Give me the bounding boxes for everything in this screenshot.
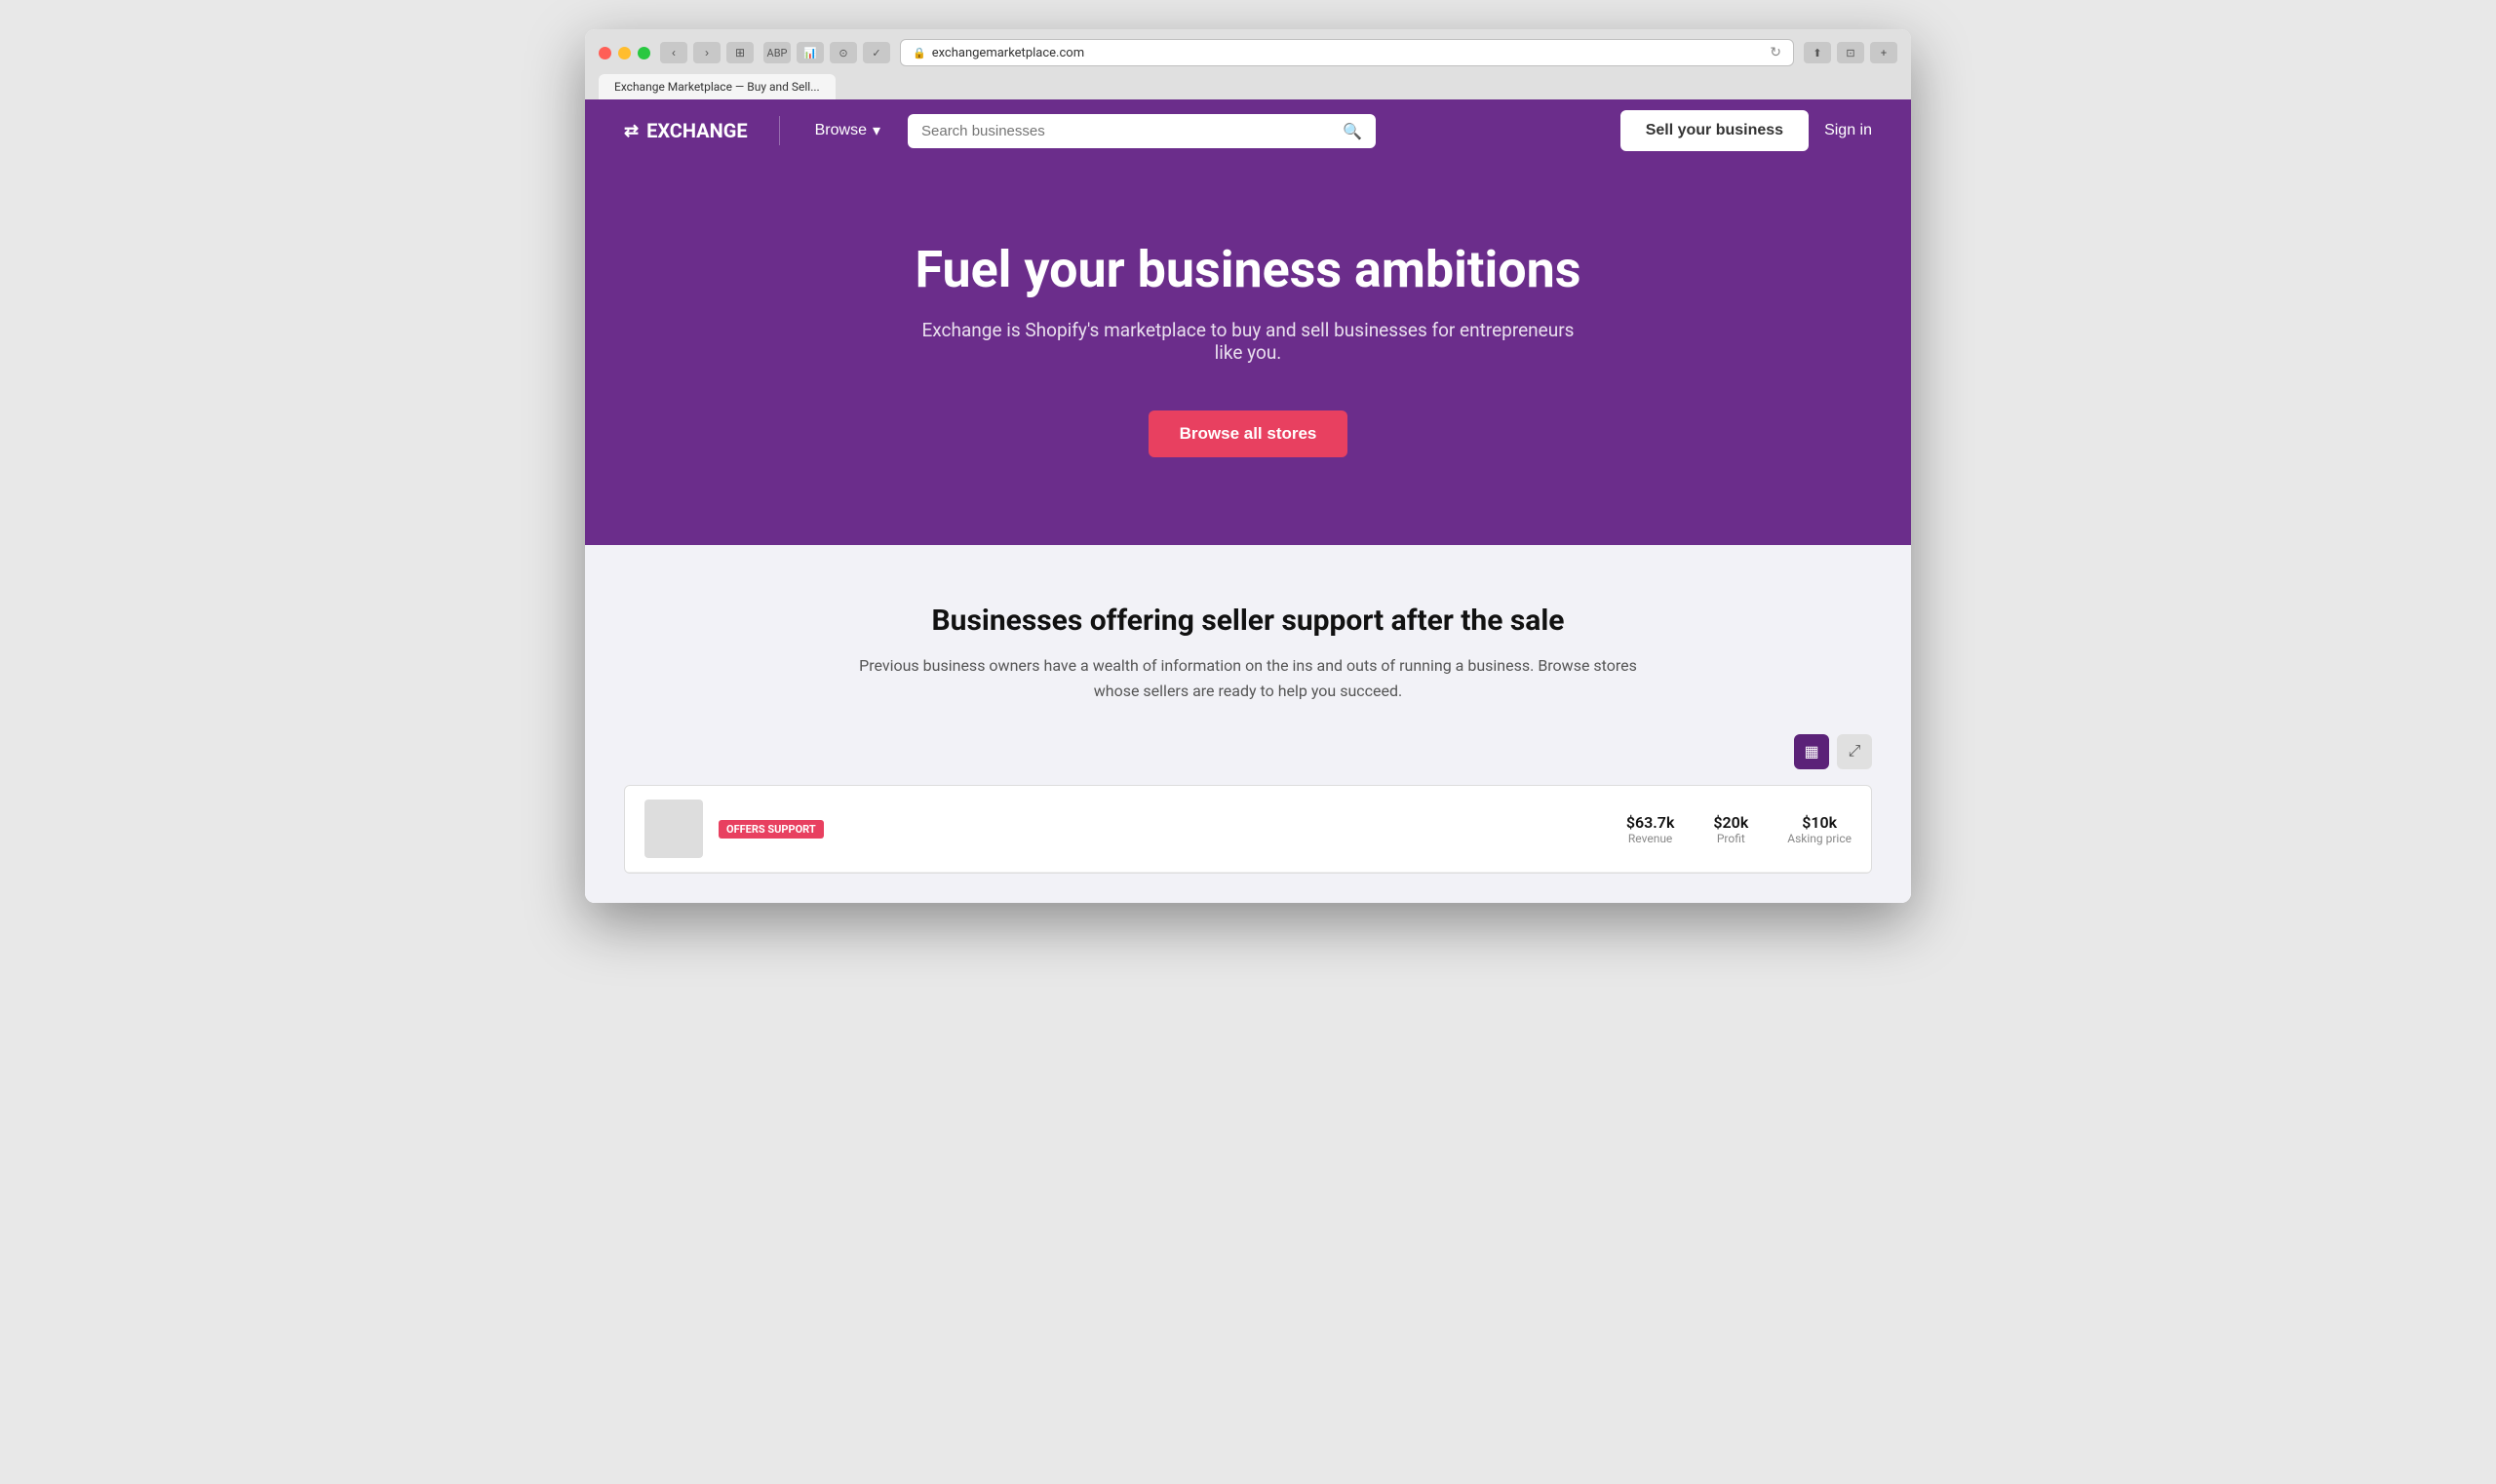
active-tab[interactable]: Exchange Marketplace — Buy and Sell... — [599, 74, 836, 99]
list-icon: ⤢ — [1849, 743, 1861, 761]
address-bar[interactable]: 🔒 exchangemarketplace.com ↻ — [900, 39, 1794, 66]
browser-extension-icons: ABP 📊 ⊙ ✓ — [763, 42, 890, 63]
close-window-button[interactable] — [599, 47, 611, 59]
sidebar-icon[interactable]: ⊡ — [1837, 42, 1864, 63]
refresh-icon[interactable]: ↻ — [1770, 45, 1781, 60]
table-row[interactable]: OFFERS SUPPORT $63.7k Revenue $20k Profi… — [625, 786, 1871, 873]
sign-in-label: Sign in — [1824, 122, 1872, 138]
logo-icon: ⇄ — [624, 121, 639, 141]
site-content: ⇄ EXCHANGE Browse ▾ 🔍 Sell your business… — [585, 99, 1911, 903]
grid-view-button[interactable]: ▦ — [1794, 734, 1829, 769]
sign-in-button[interactable]: Sign in — [1824, 122, 1872, 139]
new-tab-button[interactable]: + — [1870, 42, 1897, 63]
nav-divider — [779, 116, 780, 145]
browser-right-icons: ⬆ ⊡ + — [1804, 42, 1897, 63]
grid-icon: ▦ — [1804, 742, 1818, 762]
store-stats: $63.7k Revenue $20k Profit $10k Asking p… — [1626, 813, 1852, 845]
browser-window: ‹ › ⊞ ABP 📊 ⊙ ✓ 🔒 exchangemarketplace.co… — [585, 29, 1911, 903]
logo-text: EXCHANGE — [646, 119, 748, 142]
navbar: ⇄ EXCHANGE Browse ▾ 🔍 Sell your business… — [585, 99, 1911, 162]
revenue-value: $63.7k — [1626, 813, 1675, 832]
browser-nav-buttons: ‹ › ⊞ — [660, 42, 754, 63]
back-button[interactable]: ‹ — [660, 42, 687, 63]
extension-icon[interactable]: ⊙ — [830, 42, 857, 63]
share-icon[interactable]: ⬆ — [1804, 42, 1831, 63]
profit-value: $20k — [1713, 813, 1748, 832]
minimize-window-button[interactable] — [618, 47, 631, 59]
adblock-icon[interactable]: ABP — [763, 42, 791, 63]
search-input[interactable] — [921, 123, 1333, 139]
hero-subtitle: Exchange is Shopify's marketplace to buy… — [907, 319, 1589, 364]
profit-stat: $20k Profit — [1713, 813, 1748, 845]
sell-your-business-button[interactable]: Sell your business — [1620, 110, 1809, 151]
tab-bar: Exchange Marketplace — Buy and Sell... — [599, 74, 1897, 99]
nav-right: Sell your business Sign in — [1620, 110, 1872, 151]
asking-price-label: Asking price — [1787, 832, 1852, 845]
tab-label: Exchange Marketplace — Buy and Sell... — [614, 80, 820, 94]
browse-stores-label: Browse all stores — [1180, 424, 1317, 443]
asking-price-value: $10k — [1787, 813, 1852, 832]
browse-label: Browse — [815, 122, 867, 139]
maximize-window-button[interactable] — [638, 47, 650, 59]
browse-all-stores-button[interactable]: Browse all stores — [1149, 410, 1348, 457]
browse-button[interactable]: Browse ▾ — [811, 113, 884, 148]
list-view-button[interactable]: ⤢ — [1837, 734, 1872, 769]
hero-title: Fuel your business ambitions — [624, 240, 1872, 299]
lock-icon: 🔒 — [913, 47, 926, 59]
url-text: exchangemarketplace.com — [932, 46, 1084, 60]
store-thumbnail — [644, 800, 703, 858]
section-title: Businesses offering seller support after… — [624, 604, 1872, 638]
traffic-lights — [599, 47, 650, 59]
asking-price-stat: $10k Asking price — [1787, 813, 1852, 845]
search-icon: 🔍 — [1343, 122, 1362, 140]
pocket-icon[interactable]: ✓ — [863, 42, 890, 63]
stats-icon[interactable]: 📊 — [797, 42, 824, 63]
store-listing-preview: OFFERS SUPPORT $63.7k Revenue $20k Profi… — [624, 785, 1872, 874]
revenue-stat: $63.7k Revenue — [1626, 813, 1675, 845]
logo[interactable]: ⇄ EXCHANGE — [624, 119, 748, 142]
hero-section: Fuel your business ambitions Exchange is… — [585, 162, 1911, 545]
sell-button-label: Sell your business — [1646, 122, 1783, 138]
browse-dropdown-arrow-icon: ▾ — [873, 121, 880, 140]
search-bar: 🔍 — [908, 114, 1376, 148]
forward-button[interactable]: › — [693, 42, 721, 63]
seller-support-section: Businesses offering seller support after… — [585, 545, 1911, 903]
offers-support-badge: OFFERS SUPPORT — [719, 820, 824, 839]
profit-label: Profit — [1713, 832, 1748, 845]
tab-overview-button[interactable]: ⊞ — [726, 42, 754, 63]
section-subtitle: Previous business owners have a wealth o… — [858, 653, 1638, 703]
browser-chrome: ‹ › ⊞ ABP 📊 ⊙ ✓ 🔒 exchangemarketplace.co… — [585, 29, 1911, 99]
revenue-label: Revenue — [1626, 832, 1675, 845]
view-toggle: ▦ ⤢ — [624, 734, 1872, 769]
